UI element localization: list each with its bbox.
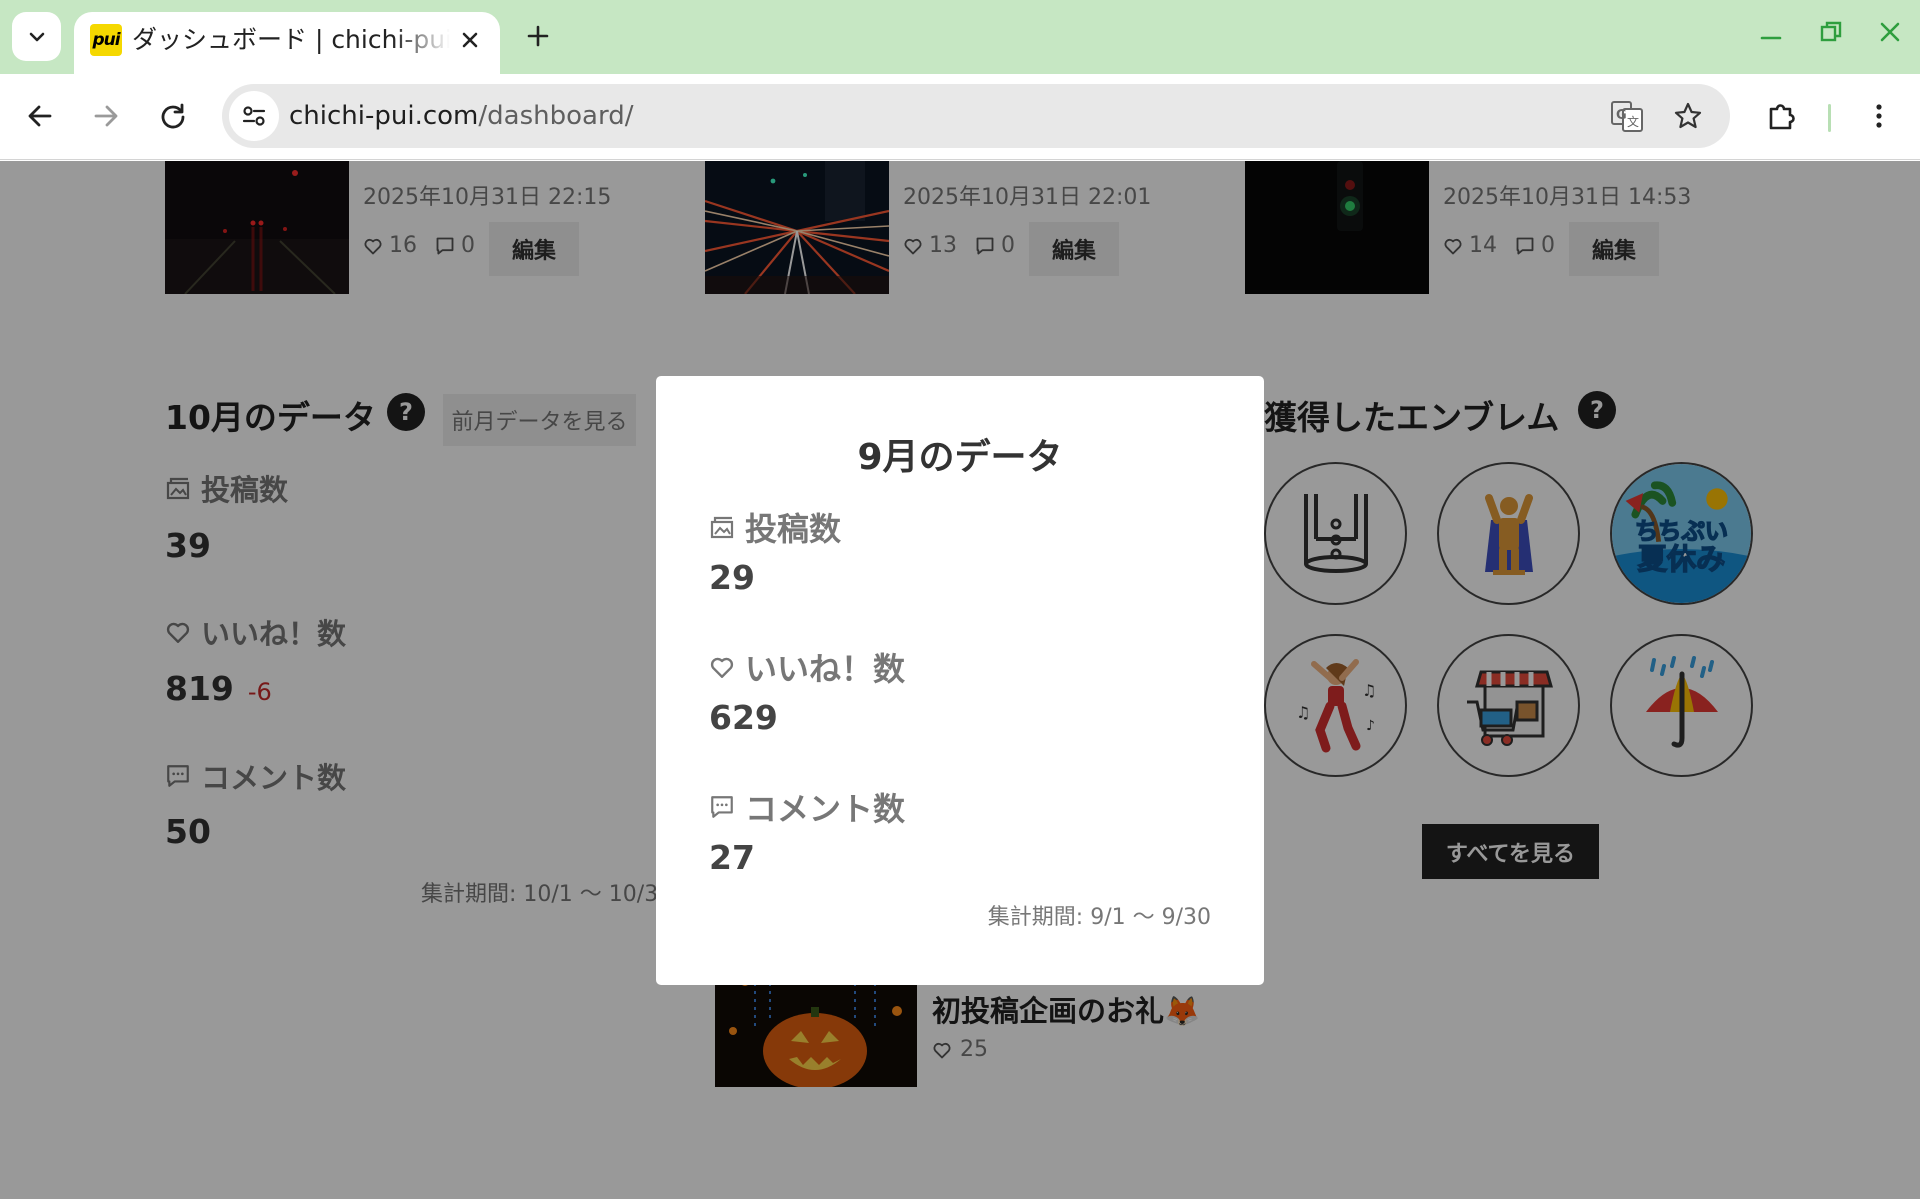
toolbar-separator	[1828, 104, 1831, 132]
modal-likes-value: 629	[709, 698, 778, 737]
modal-posts-label: 投稿数	[709, 504, 841, 550]
address-bar[interactable]: chichi-pui.com/dashboard/ G文	[222, 84, 1730, 148]
arrow-right-icon	[94, 105, 118, 127]
modal-comments-value: 27	[709, 838, 755, 877]
modal-title: 9月のデータ	[857, 437, 1063, 478]
translate-icon: G文	[1611, 101, 1643, 132]
plus-icon	[527, 25, 549, 47]
modal-posts-text: 投稿数	[745, 510, 842, 548]
url-text[interactable]: chichi-pui.com/dashboard/	[289, 100, 633, 132]
modal-comments-label: コメント数	[709, 784, 905, 830]
forward-button[interactable]	[84, 94, 128, 138]
svg-text:文: 文	[1627, 114, 1639, 129]
star-icon	[1674, 102, 1702, 129]
minimize-button[interactable]	[1747, 14, 1795, 50]
url-domain: chichi-pui.com	[289, 101, 479, 131]
bookmark-button[interactable]	[1668, 96, 1708, 136]
url-path: /dashboard/	[478, 101, 634, 131]
extensions-button[interactable]	[1760, 94, 1804, 138]
close-window-button[interactable]	[1866, 14, 1914, 50]
heart-icon	[710, 657, 734, 678]
close-icon	[1880, 22, 1900, 42]
translate-button[interactable]: G文	[1607, 96, 1647, 136]
reload-button[interactable]	[151, 94, 195, 138]
svg-text:G: G	[1616, 108, 1627, 123]
new-tab-button[interactable]	[520, 18, 556, 54]
modal-period: 集計期間: 9/1 〜 9/30	[987, 905, 1211, 930]
puzzle-icon	[1769, 104, 1795, 130]
restore-icon	[1820, 21, 1842, 42]
minimize-icon	[1760, 36, 1782, 40]
previous-month-modal: 9月のデータ 投稿数 29 いいね！数 629 コメント数 27 集計期間: 9…	[656, 376, 1264, 985]
arrow-left-icon	[28, 105, 52, 127]
tune-icon	[242, 106, 266, 126]
images-icon	[710, 516, 734, 539]
more-vert-icon	[1876, 104, 1882, 128]
tab-title: ダッシュボード | chichi-pui	[132, 25, 450, 54]
comment-icon	[711, 796, 733, 818]
maximize-button[interactable]	[1807, 14, 1855, 50]
modal-comments-text: コメント数	[745, 790, 906, 828]
close-tab-button[interactable]	[456, 26, 484, 54]
site-info-button[interactable]	[229, 91, 279, 141]
active-tab[interactable]: pui ダッシュボード | chichi-pui	[74, 12, 500, 74]
tab-strip: pui ダッシュボード | chichi-pui	[0, 0, 1920, 74]
favicon: pui	[90, 24, 122, 56]
modal-posts-value: 29	[709, 558, 755, 597]
chrome-menu-button[interactable]	[1857, 94, 1901, 138]
modal-likes-label: いいね！数	[709, 644, 905, 690]
close-icon	[462, 32, 478, 48]
toolbar: chichi-pui.com/dashboard/ G文	[0, 74, 1920, 160]
modal-likes-text: いいね！数	[745, 650, 906, 688]
chevron-down-icon	[29, 32, 44, 41]
tab-search-button[interactable]	[12, 12, 61, 61]
back-button[interactable]	[18, 94, 62, 138]
reload-icon	[161, 103, 185, 129]
browser-window: pui ダッシュボード | chichi-pui chichi-pui.com/…	[0, 0, 1920, 1199]
